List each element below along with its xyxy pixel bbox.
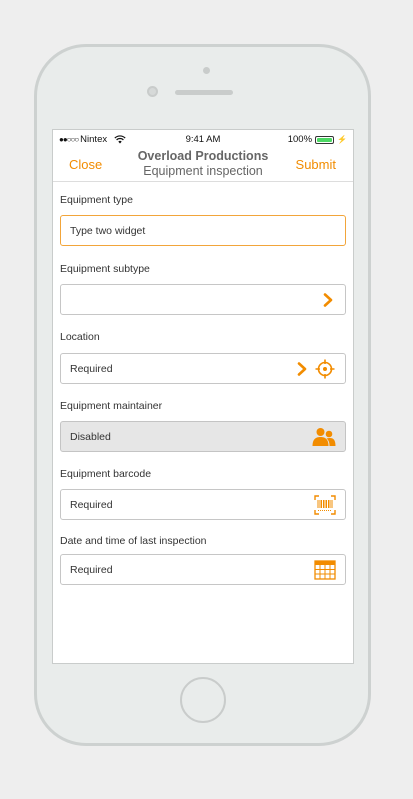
battery-icon bbox=[315, 135, 335, 144]
equipment-barcode-input[interactable] bbox=[70, 499, 270, 511]
equipment-type-label: Equipment type bbox=[60, 194, 133, 206]
location-label: Location bbox=[60, 331, 100, 343]
calendar-icon[interactable] bbox=[314, 560, 336, 580]
earpiece-speaker bbox=[175, 90, 233, 95]
equipment-maintainer-field: Disabled bbox=[60, 421, 346, 452]
equipment-barcode-label: Equipment barcode bbox=[60, 468, 152, 480]
barcode-icon[interactable] bbox=[314, 495, 336, 515]
chevron-right-icon[interactable] bbox=[297, 362, 307, 376]
equipment-subtype-field[interactable] bbox=[60, 284, 346, 315]
last-inspection-input[interactable] bbox=[70, 564, 270, 576]
equipment-type-input[interactable] bbox=[70, 225, 270, 237]
page-title: Overload Productions bbox=[137, 149, 269, 163]
equipment-subtype-input[interactable] bbox=[70, 294, 270, 306]
equipment-barcode-field[interactable] bbox=[60, 489, 346, 520]
last-inspection-label: Date and time of last inspection bbox=[60, 535, 207, 547]
front-camera bbox=[203, 67, 210, 74]
battery-percent: 100% bbox=[287, 134, 313, 145]
location-field[interactable] bbox=[60, 353, 346, 384]
chevron-right-icon[interactable] bbox=[323, 293, 333, 307]
close-button[interactable]: Close bbox=[69, 157, 102, 172]
navigation-bar: Close Overload Productions Equipment ins… bbox=[53, 148, 353, 182]
equipment-maintainer-label: Equipment maintainer bbox=[60, 400, 163, 412]
equipment-maintainer-value: Disabled bbox=[70, 431, 111, 443]
status-right: 100% ⚡ bbox=[288, 134, 347, 145]
equipment-subtype-label: Equipment subtype bbox=[60, 263, 150, 275]
submit-button[interactable]: Submit bbox=[296, 157, 336, 172]
page-subtitle: Equipment inspection bbox=[143, 164, 263, 178]
proximity-sensor bbox=[147, 86, 158, 97]
last-inspection-field[interactable] bbox=[60, 554, 346, 585]
status-bar: ●●○○○ Nintex 9:41 AM 100% ⚡ bbox=[53, 130, 353, 148]
location-input[interactable] bbox=[70, 363, 270, 375]
app-screen: ●●○○○ Nintex 9:41 AM 100% ⚡ Close Overlo… bbox=[52, 129, 354, 664]
people-icon[interactable] bbox=[312, 427, 336, 447]
charging-bolt-icon: ⚡ bbox=[337, 135, 347, 144]
crosshair-icon[interactable] bbox=[315, 359, 335, 379]
home-button[interactable] bbox=[180, 677, 226, 723]
equipment-type-field[interactable] bbox=[60, 215, 346, 246]
